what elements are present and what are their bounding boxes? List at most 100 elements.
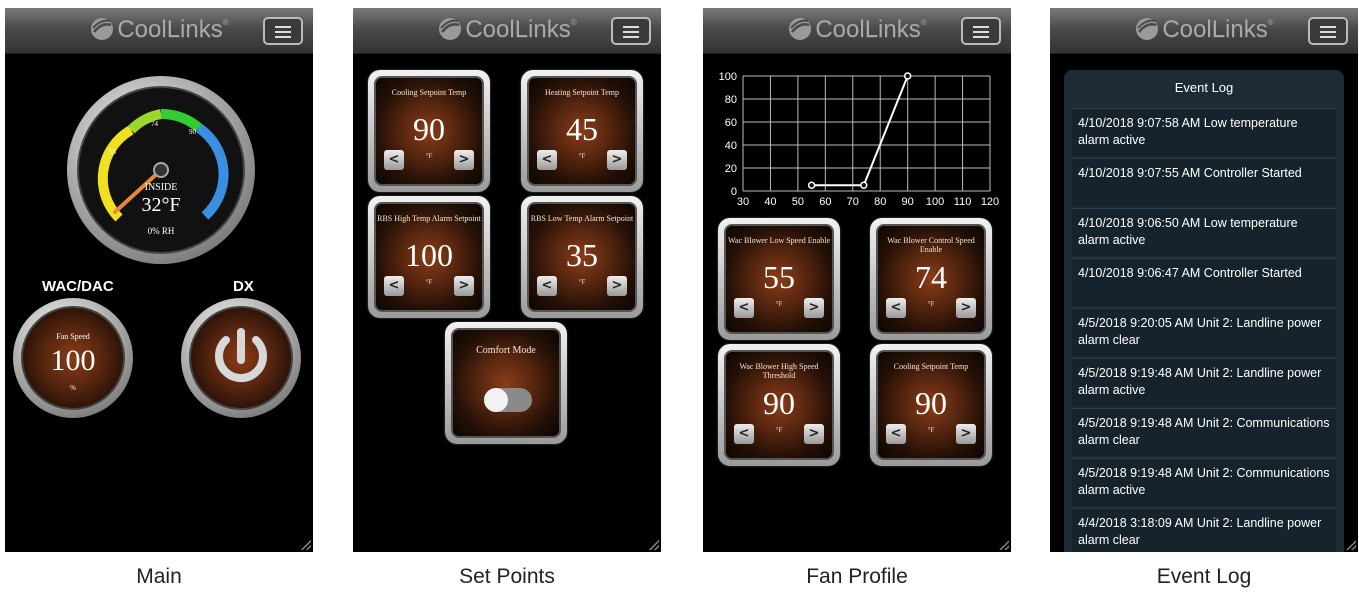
coollinks-swirl-icon [1136, 18, 1159, 40]
gauge-label: INSIDE [144, 182, 178, 193]
x-tick-label: 90 [902, 196, 914, 208]
x-tick-label: 110 [954, 196, 972, 208]
top-bar: CoolLinks® [703, 8, 1011, 54]
log-item: 4/10/2018 9:07:55 AM Controller Started [1072, 158, 1336, 206]
logo-text: CoolLinks [117, 16, 223, 43]
tile-title: Wac Blower Low Speed Enable [728, 236, 830, 245]
fan-profile-screen: CoolLinks® 30 40 50 60 70 80 90 100 110 120 0 20 40 6… [703, 8, 1011, 552]
x-tick-label: 60 [819, 196, 831, 208]
inside-temp-gauge: 55 74 90 INSIDE 32°F 0% RH [67, 76, 255, 264]
tile-value: 90 [763, 385, 795, 421]
increase-button[interactable]: > [804, 424, 824, 444]
caption-event-log: Event Log [1156, 565, 1252, 588]
log-item: 4/5/2018 9:19:48 AM Unit 2: Communicatio… [1072, 458, 1336, 506]
comfort-mode-tile: Comfort Mode [445, 322, 567, 444]
fan-tile: Wac Blower Control Speed Enable 74 < °F … [870, 218, 992, 340]
humidity: 0% RH [147, 226, 175, 236]
menu-button[interactable] [263, 17, 303, 45]
x-tick-label: 100 [926, 196, 944, 208]
log-item: 4/5/2018 9:20:05 AM Unit 2: Landline pow… [1072, 308, 1336, 356]
logo-mark: ® [920, 18, 927, 27]
tile-value: 90 [413, 111, 445, 147]
y-tick-label: 80 [725, 94, 737, 106]
log-item: 4/4/2018 3:18:09 AM Unit 2: Landline pow… [1072, 508, 1336, 552]
fan-speed-dial[interactable]: Fan Speed 100 % [13, 298, 133, 418]
tile-title: Wac Blower Control Speed Enable [887, 236, 975, 254]
increase-button[interactable]: > [607, 150, 627, 170]
tile-value: 35 [566, 237, 598, 273]
increase-button[interactable]: > [956, 298, 976, 318]
tile-title: Cooling Setpoint Temp [893, 362, 969, 371]
fan-profile-chart: 30 40 50 60 70 80 90 100 110 120 0 20 40 60 80 100 [719, 71, 1000, 208]
dx-power-button[interactable] [181, 298, 301, 418]
logo-mark: ® [570, 18, 577, 27]
logo-text: CoolLinks [465, 16, 571, 43]
tile-title: Cooling Setpoint Temp [391, 88, 467, 97]
fan-profile-line [811, 75, 909, 187]
resize-handle[interactable] [649, 540, 659, 550]
gauge-hub [153, 162, 169, 178]
coollinks-swirl-icon [439, 18, 462, 40]
fan-speed-value: 100 [50, 344, 96, 377]
fan-speed-unit: % [70, 384, 76, 392]
log-item: 4/10/2018 9:06:50 AM Low temperature ala… [1072, 208, 1336, 256]
data-point [860, 181, 868, 189]
setpoint-tile: RBS Low Temp Alarm Setpoint 35 < °F > [521, 196, 643, 318]
event-log-panel: Event Log 4/10/2018 9:07:58 AM Low tempe… [1064, 70, 1344, 552]
fan-speed-title: Fan Speed [56, 332, 90, 341]
menu-button[interactable] [961, 17, 1001, 45]
top-bar: CoolLinks® [353, 8, 661, 54]
menu-button[interactable] [611, 17, 651, 45]
tile-title: RBS High Temp Alarm Setpoint [377, 214, 481, 223]
event-log-title: Event Log [1174, 80, 1234, 95]
log-item: 4/5/2018 9:19:48 AM Unit 2: Landline pow… [1072, 358, 1336, 406]
tile-value: 45 [566, 111, 598, 147]
comfort-mode-toggle[interactable] [484, 388, 532, 412]
gauge-tick-55: 55 [109, 148, 116, 156]
x-tick-label: 70 [847, 196, 859, 208]
data-point [903, 72, 912, 80]
x-tick-label: 80 [874, 196, 886, 208]
data-point [807, 181, 816, 189]
menu-button[interactable] [1308, 17, 1348, 45]
fan-tile: Cooling Setpoint Temp 90 < °F > [870, 344, 992, 466]
resize-handle[interactable] [1346, 540, 1356, 550]
comfort-mode-title: Comfort Mode [476, 345, 536, 356]
increase-button[interactable]: > [804, 298, 824, 318]
top-bar: CoolLinks® [5, 8, 313, 54]
increase-button[interactable]: > [454, 150, 474, 170]
x-tick-label: 40 [764, 196, 776, 208]
tile-value: 74 [915, 259, 947, 295]
y-tick-label: 20 [725, 163, 737, 175]
dx-label: DX [233, 278, 254, 295]
x-tick-label: 30 [737, 196, 749, 208]
gauge-tick-90: 90 [189, 128, 196, 136]
resize-handle[interactable] [301, 540, 311, 550]
y-tick-label: 40 [725, 140, 737, 152]
tile-value: 90 [915, 385, 947, 421]
fan-tile: Wac Blower High Speed Threshold 90 < °F … [718, 344, 840, 466]
y-tick-label: 100 [719, 71, 737, 83]
set-points-screen: CoolLinks® Cooling Setpoint Temp 90 < °F… [353, 8, 661, 552]
log-item: 4/10/2018 9:06:47 AM Controller Started [1072, 258, 1336, 306]
logo-text: CoolLinks [815, 16, 921, 43]
coollinks-swirl-icon [91, 18, 114, 40]
log-item: 4/10/2018 9:07:58 AM Low temperature ala… [1072, 108, 1336, 156]
gauge-tick-74: 74 [151, 120, 158, 128]
setpoint-tile: Heating Setpoint Temp 45 < °F > [521, 70, 643, 192]
caption-fan-profile: Fan Profile [806, 565, 908, 588]
caption-set-points: Set Points [459, 565, 555, 588]
top-bar: CoolLinks® [1050, 8, 1358, 54]
event-log-screen: CoolLinks® Event Log 4/10/2018 9:07:58 A… [1050, 8, 1358, 552]
increase-button[interactable]: > [607, 276, 627, 296]
increase-button[interactable]: > [956, 424, 976, 444]
tile-value: 55 [763, 259, 795, 295]
increase-button[interactable]: > [454, 276, 474, 296]
fan-tile: Wac Blower Low Speed Enable 55 < °F > [718, 218, 840, 340]
resize-handle[interactable] [999, 540, 1009, 550]
inside-temperature: 32°F [141, 194, 181, 216]
logo-mark: ® [1267, 18, 1274, 27]
tile-title: Wac Blower High Speed Threshold [739, 362, 819, 380]
x-tick-label: 120 [981, 196, 999, 208]
tile-value: 100 [405, 237, 453, 273]
